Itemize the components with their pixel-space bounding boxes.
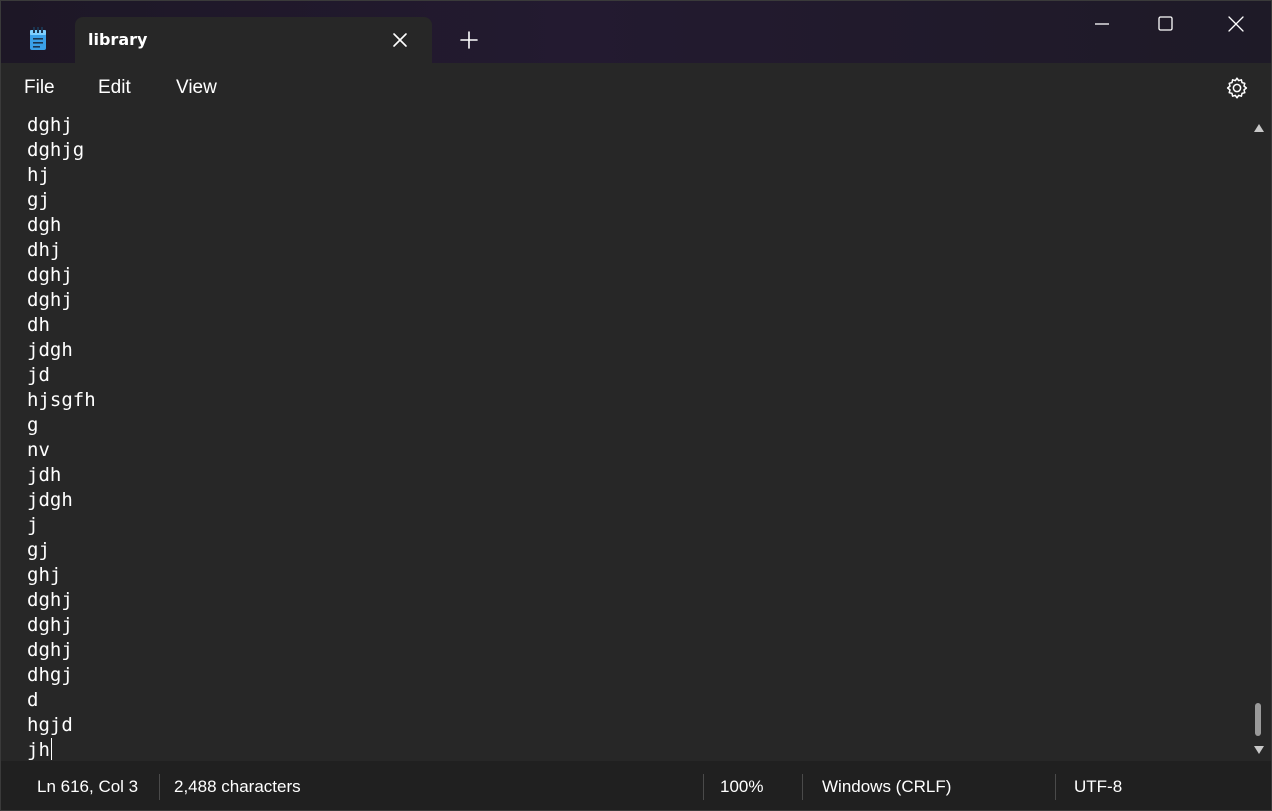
notepad-window: library File Edit View dghj dghjg hj gj … xyxy=(0,0,1272,811)
editor-line-text: gj xyxy=(27,539,50,561)
editor-line[interactable]: dgh xyxy=(27,213,96,238)
editor-line[interactable]: dghj xyxy=(27,638,96,663)
status-divider xyxy=(1055,774,1056,800)
editor-line-text: dghjg xyxy=(27,139,85,161)
editor-line-text: g xyxy=(27,414,39,436)
close-tab-icon[interactable] xyxy=(389,29,411,51)
editor-line[interactable]: nv xyxy=(27,438,96,463)
editor-line[interactable]: dh xyxy=(27,313,96,338)
gear-icon[interactable] xyxy=(1224,75,1250,101)
text-caret xyxy=(50,738,52,760)
text-editor[interactable]: dghj dghjg hj gj dgh dhj dghj dghj dh jdgh jd hjsgf… xyxy=(1,113,1247,761)
editor-line[interactable]: hjsgfh xyxy=(27,388,96,413)
scroll-up-arrow-icon[interactable] xyxy=(1252,119,1266,132)
status-divider xyxy=(159,774,160,800)
editor-line[interactable]: jdgh xyxy=(27,488,96,513)
editor-line[interactable]: jh xyxy=(27,738,96,761)
editor-line-text: jdgh xyxy=(27,489,73,511)
notepad-icon xyxy=(29,27,47,51)
editor-line-text: hj xyxy=(27,164,50,186)
editor-line-text: jh xyxy=(27,739,50,761)
editor-line[interactable]: ghj xyxy=(27,563,96,588)
editor-line-text: jdh xyxy=(27,464,62,486)
editor-line-text: jdgh xyxy=(27,339,73,361)
close-icon[interactable] xyxy=(1220,11,1252,37)
status-divider xyxy=(802,774,803,800)
title-bar[interactable]: library xyxy=(1,1,1271,63)
menu-view[interactable]: View xyxy=(176,77,217,99)
editor-line-text: jd xyxy=(27,364,50,386)
editor-line-text: dghj xyxy=(27,114,73,136)
editor-line[interactable]: hgjd xyxy=(27,713,96,738)
editor-line-text: ghj xyxy=(27,564,62,586)
vertical-scrollbar[interactable] xyxy=(1247,113,1271,761)
editor-line-text: j xyxy=(27,514,39,536)
editor-line[interactable]: dhgj xyxy=(27,663,96,688)
scroll-thumb[interactable] xyxy=(1255,703,1261,736)
editor-line[interactable]: d xyxy=(27,688,96,713)
menu-edit[interactable]: Edit xyxy=(98,77,131,99)
editor-line-text: dhgj xyxy=(27,664,73,686)
editor-line[interactable]: dghj xyxy=(27,613,96,638)
editor-lines[interactable]: dghj dghjg hj gj dgh dhj dghj dghj dh jdgh jd hjsgf… xyxy=(27,113,96,761)
editor-line[interactable]: jdh xyxy=(27,463,96,488)
encoding[interactable]: UTF-8 xyxy=(1074,777,1122,797)
editor-line-text: dghj xyxy=(27,264,73,286)
new-tab-plus-icon[interactable] xyxy=(458,29,480,51)
minimize-icon[interactable] xyxy=(1086,11,1118,37)
tab-title: library xyxy=(88,30,148,49)
character-count: 2,488 characters xyxy=(174,777,301,796)
cursor-position: Ln 616, Col 3 xyxy=(37,777,139,796)
editor-line-text: dgh xyxy=(27,214,62,236)
tab-library[interactable]: library xyxy=(75,17,432,63)
editor-line[interactable]: dghj xyxy=(27,113,96,138)
editor-line[interactable]: dhj xyxy=(27,238,96,263)
menu-bar: File Edit View xyxy=(1,63,1271,113)
editor-line[interactable]: gj xyxy=(27,538,96,563)
maximize-icon[interactable] xyxy=(1149,11,1181,37)
editor-line-text: dghj xyxy=(27,289,73,311)
editor-line-text: dh xyxy=(27,314,50,336)
editor-line-text: hjsgfh xyxy=(27,389,96,411)
status-bar: Ln 616, Col 3 2,488 characters 100% Wind… xyxy=(1,761,1271,810)
status-divider xyxy=(703,774,704,800)
editor-line[interactable]: jd xyxy=(27,363,96,388)
editor-line[interactable]: dghj xyxy=(27,588,96,613)
editor-line[interactable]: gj xyxy=(27,188,96,213)
scroll-down-arrow-icon[interactable] xyxy=(1252,741,1266,754)
editor-line[interactable]: dghjg xyxy=(27,138,96,163)
editor-line-text: hgjd xyxy=(27,714,73,736)
line-ending[interactable]: Windows (CRLF) xyxy=(822,777,951,797)
editor-line-text: dghj xyxy=(27,614,73,636)
menu-file[interactable]: File xyxy=(24,77,55,99)
editor-line[interactable]: g xyxy=(27,413,96,438)
editor-line[interactable]: hj xyxy=(27,163,96,188)
editor-line-text: dghj xyxy=(27,589,73,611)
editor-line-text: nv xyxy=(27,439,50,461)
editor-line-text: d xyxy=(27,689,39,711)
editor-line[interactable]: jdgh xyxy=(27,338,96,363)
editor-line-text: dghj xyxy=(27,639,73,661)
zoom-level[interactable]: 100% xyxy=(720,777,763,797)
editor-line[interactable]: j xyxy=(27,513,96,538)
editor-line[interactable]: dghj xyxy=(27,263,96,288)
editor-line-text: gj xyxy=(27,189,50,211)
editor-line[interactable]: dghj xyxy=(27,288,96,313)
editor-line-text: dhj xyxy=(27,239,62,261)
